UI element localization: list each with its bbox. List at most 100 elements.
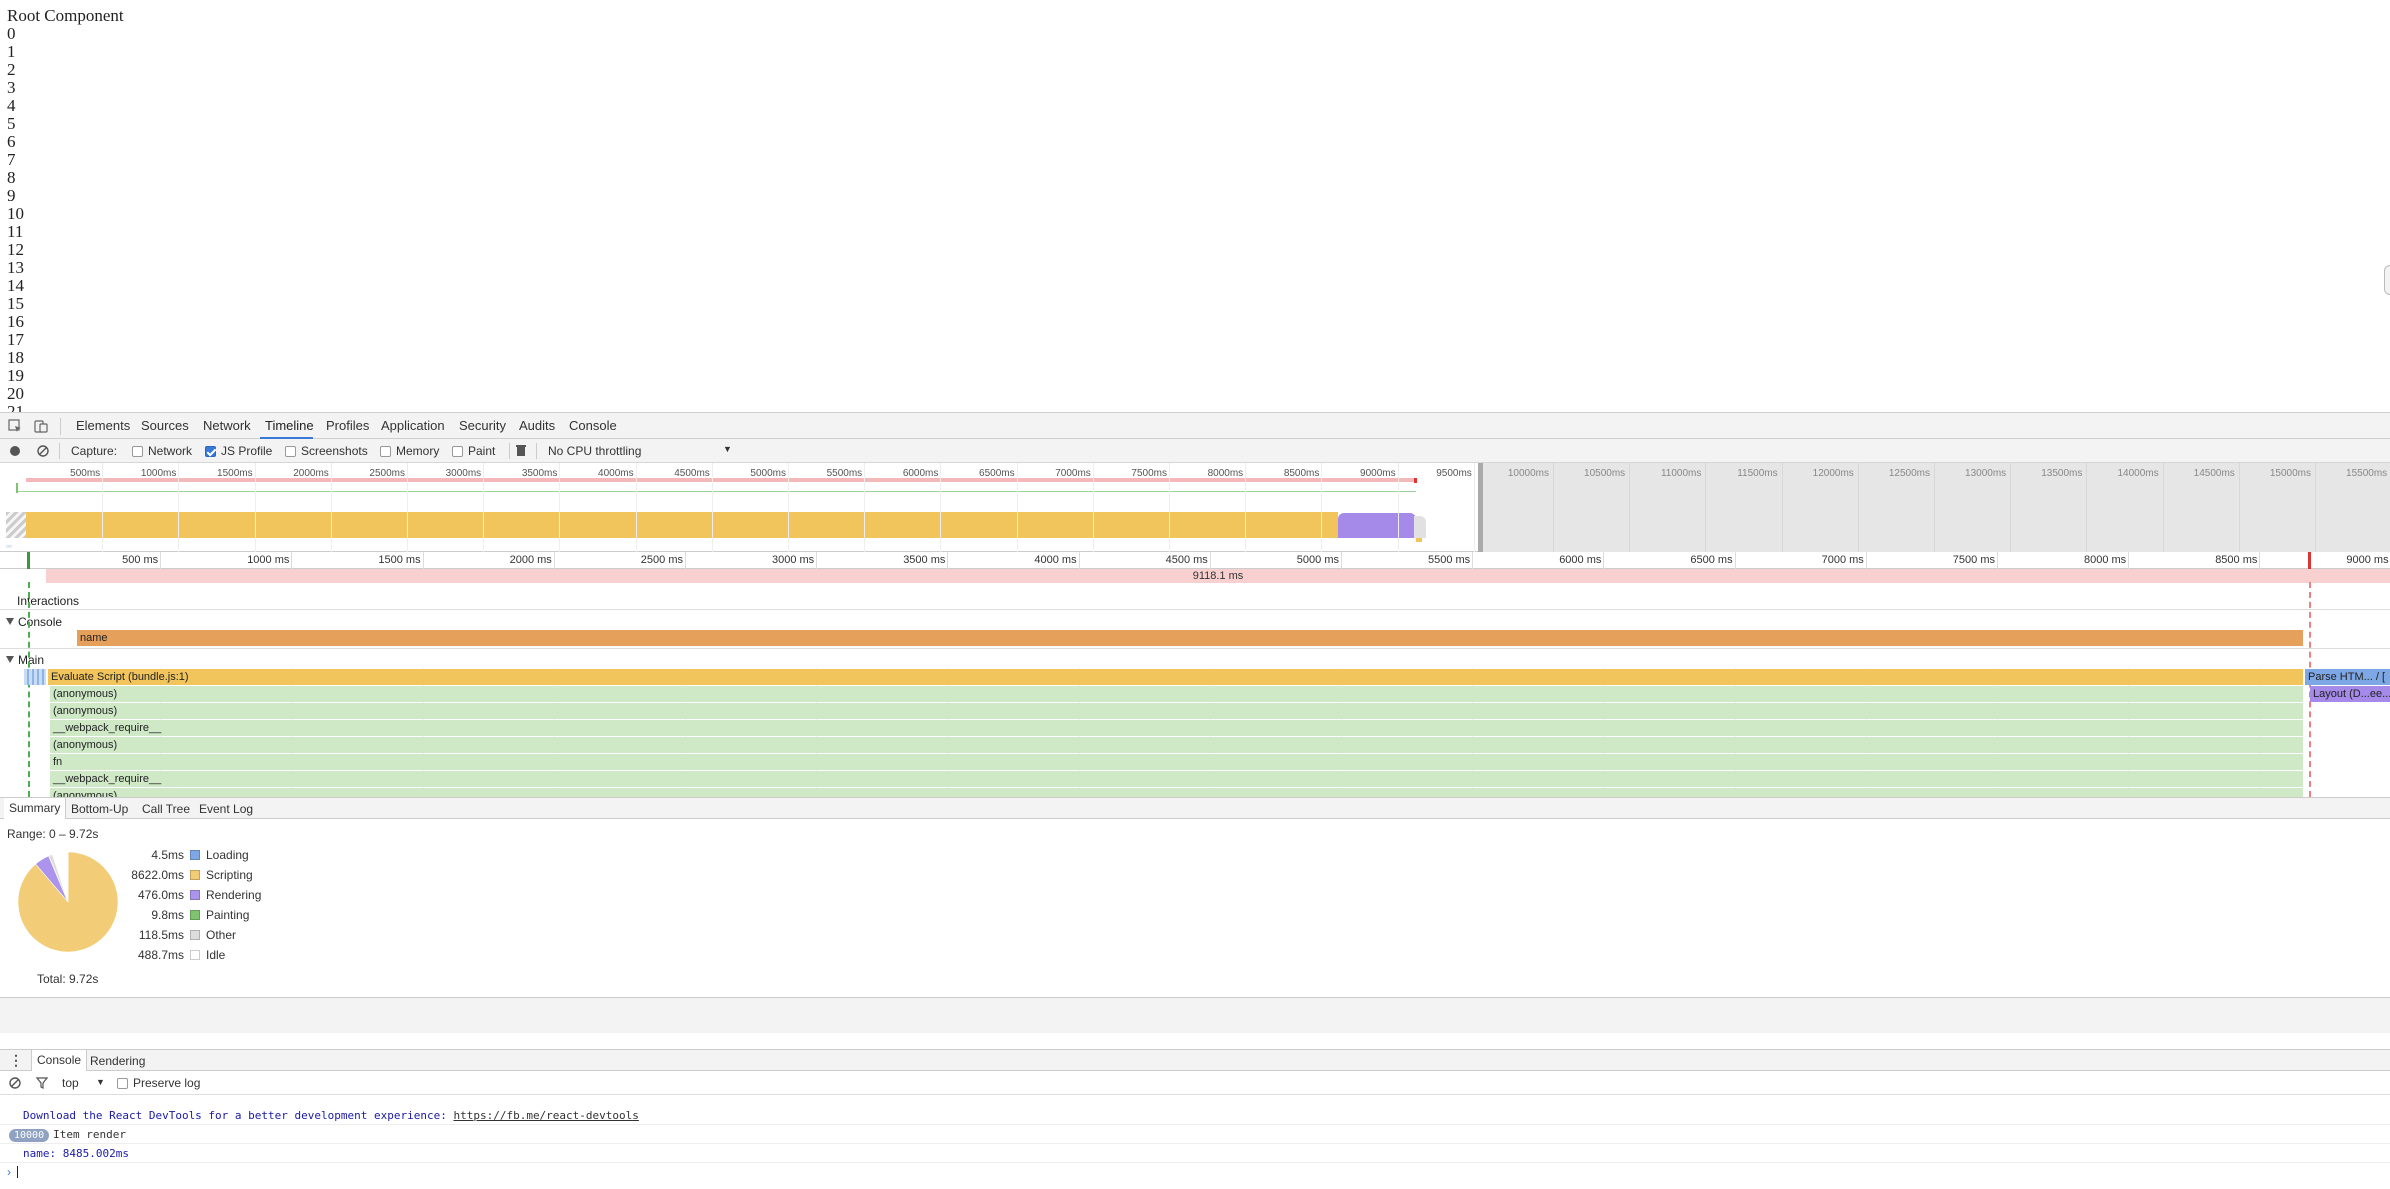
call-stack-frame[interactable]: (anonymous)	[50, 703, 2303, 719]
checkbox-icon[interactable]	[380, 445, 391, 457]
ruler-gridline	[2128, 552, 2130, 569]
tab-bottom-up[interactable]: Bottom-Up	[71, 802, 128, 816]
overview-gridline	[864, 463, 866, 552]
tab-sources[interactable]: Sources	[141, 418, 189, 433]
console-message: name: 8485.002ms	[0, 1144, 2390, 1163]
call-stack-frame[interactable]: __webpack_require__	[50, 771, 2303, 787]
checkbox-icon[interactable]	[452, 445, 463, 457]
console-message-text: Item render	[53, 1128, 126, 1141]
clear-icon[interactable]	[37, 445, 49, 457]
overview-gridline	[407, 463, 408, 552]
record-icon[interactable]	[9, 445, 21, 457]
preserve-log-check[interactable]	[117, 1077, 128, 1089]
drawer-tab-rendering[interactable]: Rendering	[90, 1054, 145, 1068]
tab-application[interactable]: Application	[381, 418, 445, 433]
early-tasks-block[interactable]	[24, 669, 46, 685]
layout-block[interactable]: Layout (D...ee...	[2310, 686, 2390, 702]
track-divider-2	[0, 648, 2390, 649]
legend-swatch	[190, 870, 200, 880]
overview-gridline	[559, 463, 561, 552]
legend-row-other: 118.5ms Other	[100, 928, 236, 942]
list-item: 21	[7, 402, 24, 413]
parse-html-block[interactable]: Parse HTM... / [	[2305, 669, 2390, 685]
overview-tick-label: 12500ms	[1888, 468, 1930, 479]
tab-event-log[interactable]: Event Log	[199, 802, 253, 816]
clear-console-icon[interactable]	[9, 1077, 21, 1089]
frame-duration-bar[interactable]: 9118.1 ms	[46, 569, 2390, 583]
capture-divider-3	[536, 443, 537, 459]
overview-gridline	[1169, 463, 1170, 552]
cpu-throttling-select[interactable]: No CPU throttling ▼	[548, 444, 732, 458]
scroll-edge-handle[interactable]	[2384, 265, 2390, 295]
overview-gridline	[254, 463, 256, 552]
overview-range-handle[interactable]	[1478, 463, 1483, 552]
overview-scripting-area	[26, 512, 1338, 538]
call-stack-frame[interactable]: (anonymous)	[50, 737, 2303, 753]
overview-tick-label: 3000ms	[445, 468, 482, 479]
console-message-text: name: 8485.002ms	[23, 1147, 129, 1160]
overview-tick-label: 6000ms	[902, 468, 939, 479]
capture-network-checkbox[interactable]: Network	[132, 444, 192, 458]
tab-audits[interactable]: Audits	[519, 418, 555, 433]
tab-call-tree[interactable]: Call Tree	[142, 802, 190, 816]
ruler-tick-label: 1000 ms	[247, 554, 290, 566]
drawer-splitter[interactable]	[0, 997, 2390, 1033]
overview-tick-label: 10000ms	[1507, 468, 1549, 479]
call-stack-frame[interactable]: fn	[50, 754, 2303, 770]
capture-paint-checkbox[interactable]: Paint	[452, 444, 495, 458]
checkbox-icon[interactable]	[132, 445, 143, 457]
capture-divider-2	[509, 443, 510, 459]
list-item: 6	[7, 132, 16, 151]
tab-console[interactable]: Console	[569, 418, 617, 433]
checkbox-icon[interactable]	[285, 445, 296, 457]
tab-network[interactable]: Network	[203, 418, 251, 433]
drawer-tab-console[interactable]: Console	[31, 1050, 88, 1071]
ruler-tick-label: 2000 ms	[509, 554, 552, 566]
console-track-header[interactable]: Console	[6, 615, 62, 629]
filter-icon[interactable]	[36, 1077, 48, 1089]
inspect-element-icon[interactable]	[8, 419, 22, 433]
tab-timeline[interactable]: Timeline	[265, 418, 314, 433]
checkbox-icon[interactable]	[205, 445, 216, 457]
legend-label: Idle	[206, 948, 226, 962]
evaluate-script-block[interactable]: Evaluate Script (bundle.js:1)	[48, 669, 2303, 685]
overview-tick-label: 11500ms	[1737, 468, 1778, 479]
console-timestamp-bar[interactable]: name	[77, 630, 2303, 646]
tab-summary[interactable]: Summary	[4, 798, 67, 819]
ruler-tick-label: 8500 ms	[2215, 554, 2258, 566]
main-track-header[interactable]: Main	[6, 653, 44, 667]
overview-tick-label: 8000ms	[1207, 468, 1244, 479]
trash-icon[interactable]	[515, 444, 527, 457]
overview-tick-label: 15000ms	[2269, 468, 2311, 479]
tab-security[interactable]: Security	[459, 418, 506, 433]
call-stack-frame[interactable]: __webpack_require__	[50, 720, 2303, 736]
ruler-gridline	[2259, 552, 2261, 569]
ruler-tick-label: 4000 ms	[1034, 554, 1077, 566]
tab-elements[interactable]: Elements	[76, 418, 130, 433]
capture-screenshots-checkbox[interactable]: Screenshots	[285, 444, 368, 458]
tab-profiles[interactable]: Profiles	[326, 418, 369, 433]
overview-tick-label: 2500ms	[369, 468, 405, 479]
overview-gridline	[1705, 463, 1707, 552]
capture-js-profile-checkbox[interactable]: JS Profile	[205, 444, 272, 458]
drawer-menu-icon[interactable]: ⋮	[9, 1052, 23, 1069]
device-toolbar-icon[interactable]	[34, 419, 48, 433]
list-item: 20	[7, 384, 24, 403]
preserve-log-checkbox[interactable]: Preserve log	[117, 1076, 200, 1090]
timeline-overview[interactable]: 10000ms 10500ms 11000ms 11500ms 12000ms 12500…	[0, 463, 2390, 552]
track-divider-1	[0, 609, 2390, 610]
ruler-gridline	[1997, 552, 1998, 569]
console-prompt[interactable]: ›	[7, 1165, 19, 1179]
react-devtools-link[interactable]: https://fb.me/react-devtools	[453, 1109, 638, 1122]
summary-panel: Range: 0 – 9.72s Total: 9.72s 4.5ms Loadi…	[0, 819, 2390, 997]
list-item: 9	[7, 186, 16, 205]
list-item: 2	[7, 60, 16, 79]
call-stack-frame[interactable]: (anonymous)	[50, 686, 2303, 702]
list-item: 8	[7, 168, 16, 187]
capture-memory-checkbox[interactable]: Memory	[380, 444, 439, 458]
context-select[interactable]: top ▼	[62, 1076, 105, 1090]
legend-value: 8622.0ms	[131, 868, 184, 882]
overview-tick-label: 14000ms	[2117, 468, 2159, 479]
call-stack-frame[interactable]: (anonymous)	[50, 788, 2303, 797]
overview-gridline	[1473, 463, 1475, 552]
